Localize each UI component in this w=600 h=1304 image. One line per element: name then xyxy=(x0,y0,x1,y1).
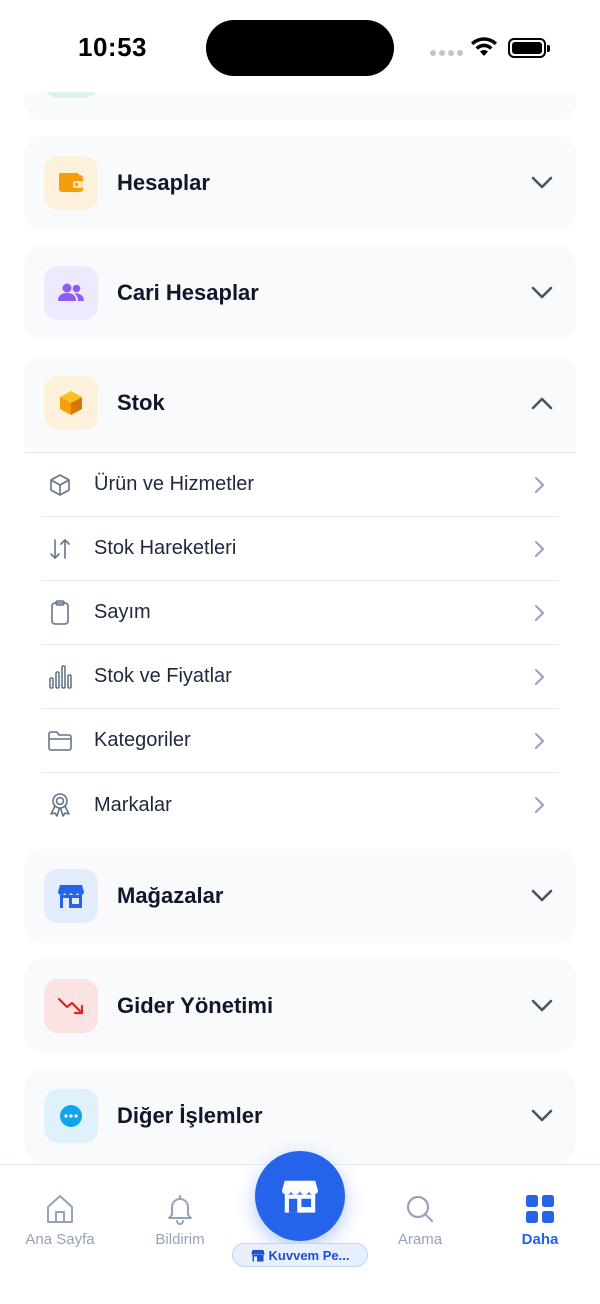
status-bar: 10:53 xyxy=(0,0,600,92)
cellular-signal-icon xyxy=(430,50,463,56)
store-center-button[interactable] xyxy=(255,1151,345,1241)
chevron-down-icon[interactable] xyxy=(528,1102,556,1130)
section-cari-hesaplar[interactable]: Cari Hesaplar xyxy=(24,246,576,340)
section-diger-islemler[interactable]: Diğer İşlemler xyxy=(24,1069,576,1163)
section-title: Cari Hesaplar xyxy=(117,280,259,305)
more-icon xyxy=(44,1089,98,1143)
grid-icon xyxy=(526,1195,554,1223)
chevron-right-icon xyxy=(528,665,552,689)
store-small-icon xyxy=(251,1249,265,1261)
section-title: Mağazalar xyxy=(117,883,224,908)
folder-icon xyxy=(40,721,80,761)
section-title: Diğer İşlemler xyxy=(117,1103,263,1128)
chevron-right-icon xyxy=(528,537,552,561)
submenu-item-kategoriler[interactable]: Kategoriler xyxy=(42,709,558,773)
submenu-item-markalar[interactable]: Markalar xyxy=(42,773,558,837)
status-time: 10:53 xyxy=(78,32,147,62)
chevron-up-icon[interactable] xyxy=(528,389,556,417)
tab-notifications[interactable]: Bildirim xyxy=(120,1193,240,1248)
chevron-right-icon xyxy=(528,473,552,497)
submenu-label: Markalar xyxy=(94,793,172,816)
home-icon xyxy=(47,1195,73,1223)
store-icon xyxy=(44,869,98,923)
store-icon xyxy=(282,1180,318,1213)
submenu-label: Stok Hareketleri xyxy=(94,537,237,559)
wifi-icon xyxy=(471,37,497,56)
submenu-label: Ürün ve Hizmetler xyxy=(94,473,255,495)
arrows-up-down-icon xyxy=(40,529,80,569)
wallet-icon xyxy=(44,156,98,210)
chevron-down-icon[interactable] xyxy=(528,169,556,197)
chevron-right-icon xyxy=(528,729,552,753)
submenu-item-urun-ve-hizmetler[interactable]: Ürün ve Hizmetler xyxy=(42,453,558,517)
tab-label: Bildirim xyxy=(155,1231,205,1248)
submenu-item-sayim[interactable]: Sayım xyxy=(42,581,558,645)
chevron-down-icon[interactable] xyxy=(528,279,556,307)
section-stok[interactable]: Stok xyxy=(24,356,576,450)
tab-label: Ana Sayfa xyxy=(25,1231,95,1248)
battery-icon xyxy=(508,38,550,58)
tab-search[interactable]: Arama xyxy=(360,1193,480,1248)
tab-label: Arama xyxy=(397,1231,443,1248)
tab-more[interactable]: Daha xyxy=(480,1193,600,1248)
tab-label: Daha xyxy=(521,1231,559,1248)
chevron-down-icon[interactable] xyxy=(528,992,556,1020)
cube-outline-icon xyxy=(40,465,80,505)
chevron-down-icon[interactable] xyxy=(528,882,556,910)
section-hesaplar[interactable]: Hesaplar xyxy=(24,136,576,230)
submenu-label: Stok ve Fiyatlar xyxy=(94,665,232,687)
submenu-item-stok-ve-fiyatlar[interactable]: Stok ve Fiyatlar xyxy=(42,645,558,709)
clipboard-icon xyxy=(40,593,80,633)
dynamic-island xyxy=(206,20,394,76)
store-selector-pill[interactable]: Kuvvem Pe... xyxy=(232,1243,368,1267)
badge-icon xyxy=(40,785,80,825)
submenu-item-stok-hareketleri[interactable]: Stok Hareketleri xyxy=(42,517,558,581)
search-icon xyxy=(406,1195,434,1223)
trend-down-icon xyxy=(44,979,98,1033)
section-gider-yonetimi[interactable]: Gider Yönetimi xyxy=(24,959,576,1053)
stok-submenu: Ürün ve Hizmetler Stok Hareketleri Sayım xyxy=(24,452,576,837)
section-title: Gider Yönetimi xyxy=(117,993,274,1018)
menu-scroll-area[interactable]: Hesaplar Cari Hesaplar Stok Ürün ve Hizm… xyxy=(0,0,600,1164)
chevron-right-icon xyxy=(528,601,552,625)
bottom-tab-bar: Ana Sayfa Bildirim Kuvvem Pe... Arama Da… xyxy=(0,1151,600,1304)
chevron-right-icon xyxy=(528,793,552,817)
bar-chart-icon xyxy=(40,657,80,697)
box-icon xyxy=(44,376,98,430)
people-icon xyxy=(44,266,98,320)
submenu-label: Kategoriler xyxy=(94,729,191,751)
tab-home[interactable]: Ana Sayfa xyxy=(0,1193,120,1248)
store-pill-label: Kuvvem Pe... xyxy=(268,1247,350,1263)
section-title: Hesaplar xyxy=(117,170,210,195)
section-magazalar[interactable]: Mağazalar xyxy=(24,849,576,943)
submenu-label: Sayım xyxy=(94,601,151,623)
section-title: Stok xyxy=(117,390,165,415)
bell-icon xyxy=(168,1195,192,1225)
